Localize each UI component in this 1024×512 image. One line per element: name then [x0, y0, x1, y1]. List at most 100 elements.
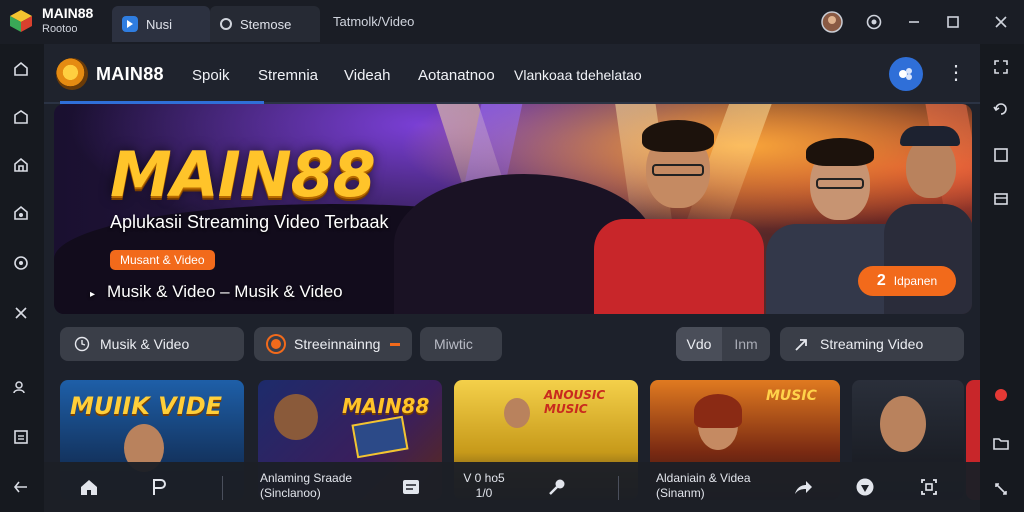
- thumbnail-person: [274, 394, 318, 440]
- record-icon: [220, 18, 232, 30]
- bottom-right-line2: (Sinanm): [656, 486, 705, 500]
- bottom-mid-label[interactable]: V 0 ho5 1/0: [454, 471, 514, 501]
- home-icon[interactable]: [76, 474, 102, 500]
- thumbnail-hair: [694, 394, 742, 428]
- nav-item-aotanatnoo[interactable]: Aotanatnoo: [418, 67, 495, 84]
- more-menu-icon[interactable]: ⋮: [946, 60, 966, 85]
- people-icon[interactable]: [8, 374, 34, 400]
- hero-tagline-text: Musik & Video – Musik & Video: [107, 282, 343, 301]
- thumbnail-title: ANOUSIC MUSIC: [544, 388, 606, 416]
- nav-item-stremnia[interactable]: Stremnia: [258, 67, 318, 84]
- brand-logo-icon[interactable]: [56, 58, 88, 90]
- playlist-icon[interactable]: [398, 474, 424, 500]
- tag-dot-icon: ▸: [90, 289, 96, 300]
- nav-item-spoik[interactable]: Spoik: [192, 67, 230, 84]
- toggle-video[interactable]: Vdo: [676, 327, 722, 361]
- explore-icon[interactable]: [852, 474, 878, 500]
- cast-icon[interactable]: [916, 474, 942, 500]
- back-icon[interactable]: [8, 474, 34, 500]
- chip-label: Streaming Video: [820, 336, 924, 352]
- toolbar-divider: [222, 476, 223, 500]
- minimize-icon[interactable]: [902, 10, 926, 34]
- bottom-toolbar: Anlaming Sraade (Sinclanoo) V 0 ho5 1/0 …: [44, 462, 980, 512]
- chip-label: Streeinnainng: [294, 336, 381, 352]
- bottom-left-label[interactable]: Anlaming Sraade (Sinclanoo): [260, 471, 352, 501]
- maximize-icon[interactable]: [941, 10, 965, 34]
- explore-icon[interactable]: [8, 152, 34, 178]
- clock-icon: [74, 336, 90, 352]
- nav-item-videah[interactable]: Videah: [344, 67, 390, 84]
- screenshot-icon[interactable]: [988, 186, 1014, 212]
- nav-item-vlankoaa[interactable]: Vlankoaa tdehelatao: [514, 67, 642, 83]
- chip-label: Musik & Video: [100, 336, 190, 352]
- hero-person-image: [594, 114, 764, 314]
- thumbnail-title: MUIIK VIDE: [70, 392, 223, 420]
- window-titlebar: MAIN88 Rootoo Nusi Stemose Tatmolk/Video: [0, 0, 1024, 44]
- share-icon[interactable]: [790, 474, 816, 500]
- right-sidebar: [980, 44, 1024, 512]
- refresh-icon[interactable]: [8, 250, 34, 276]
- counter-number: 2: [876, 272, 886, 289]
- app-name: MAIN88: [42, 5, 94, 21]
- toolbar-divider: [618, 476, 619, 500]
- profile-button[interactable]: [889, 57, 923, 91]
- microphone-icon[interactable]: [544, 474, 570, 500]
- pin-icon[interactable]: [146, 474, 172, 500]
- tab-label: Stemose: [240, 16, 292, 32]
- hero-subtitle: Aplukasii Streaming Video Terbaak: [110, 212, 389, 232]
- thumbnail-tv: [351, 415, 409, 459]
- view-toggle[interactable]: Vdo Inm: [676, 327, 770, 361]
- record-indicator-icon[interactable]: [988, 382, 1014, 408]
- window-tab-nusi[interactable]: Nusi: [112, 6, 210, 42]
- hero-tagline: ▸ Musik & Video – Musik & Video: [90, 282, 343, 302]
- counter-label: Idpanen: [893, 274, 938, 288]
- share-arrow-icon: [795, 339, 807, 351]
- rotate-icon[interactable]: [988, 96, 1014, 122]
- profile-icon: [899, 68, 912, 80]
- sync-icon[interactable]: [988, 476, 1014, 502]
- fullscreen-icon[interactable]: [988, 54, 1014, 80]
- thumbnail-person: [504, 398, 530, 428]
- chip-label: Miwtic: [434, 336, 473, 352]
- thumbnail-title: MAIN88: [342, 394, 430, 418]
- app-content: MAIN88 Spoik Stremnia Videah Aotanatnoo …: [44, 44, 980, 512]
- hero-title: MAIN88: [110, 138, 376, 211]
- hero-counter-button[interactable]: 2 Idpanen: [858, 266, 956, 296]
- hero-badge[interactable]: Musant & Video: [110, 250, 215, 270]
- app-subtitle: Rootoo: [42, 23, 78, 35]
- settings-icon[interactable]: [8, 200, 34, 226]
- chip-accent-bar: [390, 342, 401, 346]
- app-logo-icon: [8, 8, 34, 34]
- brand-name[interactable]: MAIN88: [96, 64, 164, 85]
- folder-icon[interactable]: [988, 430, 1014, 456]
- record-dot-icon: [268, 336, 284, 352]
- close-icon[interactable]: [989, 10, 1013, 34]
- chip-streaming-video[interactable]: Streaming Video: [780, 327, 964, 361]
- notification-icon[interactable]: [862, 10, 886, 34]
- bottom-mid-line2: 1/0: [475, 486, 493, 500]
- bottom-left-line1: Anlaming Sraade: [260, 471, 353, 485]
- toggle-image[interactable]: Inm: [722, 327, 770, 361]
- window-tab-video[interactable]: Tatmolk/Video: [333, 14, 414, 29]
- hero-banner[interactable]: MAIN88 Aplukasii Streaming Video Terbaak…: [54, 104, 972, 314]
- thumbnail-title: MUSIC: [766, 388, 817, 404]
- user-avatar-icon[interactable]: [820, 10, 844, 34]
- tools-icon[interactable]: [8, 300, 34, 326]
- library-icon[interactable]: [8, 104, 34, 130]
- tab-app-icon: [122, 16, 138, 32]
- left-sidebar: [0, 44, 44, 512]
- bottom-mid-line1: V 0 ho5: [463, 471, 505, 485]
- bottom-right-label[interactable]: Aldaniain & Videa (Sinanm): [656, 471, 751, 501]
- top-navbar: MAIN88 Spoik Stremnia Videah Aotanatnoo …: [44, 44, 980, 104]
- window-tab-stemose[interactable]: Stemose: [210, 6, 320, 42]
- chip-music[interactable]: Miwtic: [420, 327, 502, 361]
- tab-label: Nusi: [146, 16, 173, 32]
- home-icon[interactable]: [8, 56, 34, 82]
- document-icon[interactable]: [8, 424, 34, 450]
- bottom-left-line2: (Sinclanoo): [260, 486, 321, 500]
- bottom-right-line1: Aldaniain & Videa: [656, 471, 751, 485]
- window-icon[interactable]: [988, 142, 1014, 168]
- chip-musik-video[interactable]: Musik & Video: [60, 327, 244, 361]
- chip-streaming[interactable]: Streeinnainng: [254, 327, 412, 361]
- thumbnail-person: [880, 396, 926, 452]
